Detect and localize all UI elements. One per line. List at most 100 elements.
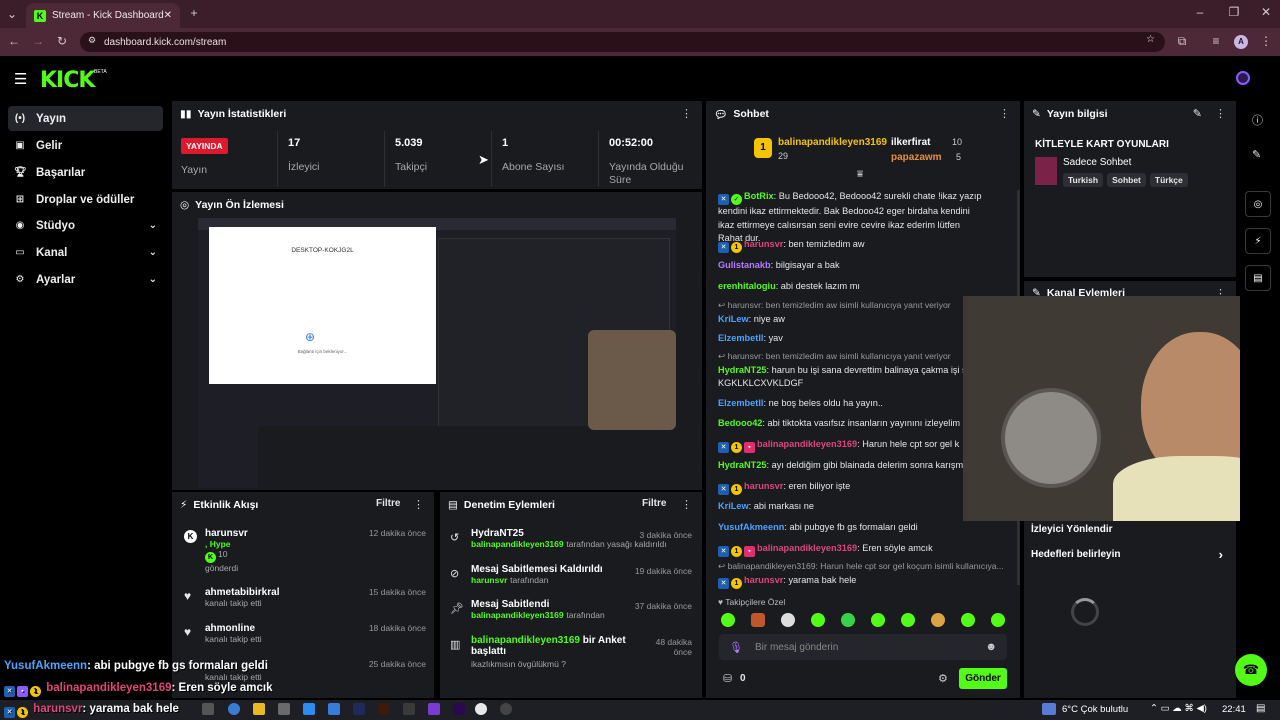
app-icon[interactable]	[278, 703, 290, 715]
emote[interactable]	[991, 613, 1005, 627]
chat-user[interactable]: Elzembetll	[718, 333, 763, 343]
filter-button[interactable]: Filtre	[376, 498, 400, 509]
profile-avatar[interactable]: A	[1234, 35, 1248, 49]
more-icon[interactable]: ⋮	[681, 498, 692, 511]
filter-button[interactable]: Filtre	[642, 498, 666, 509]
camera-icon[interactable]: ◎	[1245, 191, 1271, 217]
task-view-icon[interactable]	[202, 703, 214, 715]
sidebar-item-studyo[interactable]: ◉ Stüdyo ⌄	[8, 213, 163, 238]
sidebar-item-basarilar[interactable]: 🏆︎ Başarılar	[8, 160, 163, 185]
points-icon[interactable]: ⛁	[723, 672, 732, 685]
chat-user[interactable]: KriLew	[718, 501, 749, 511]
chat-user[interactable]: balinapandikleyen3169	[757, 439, 857, 449]
emote[interactable]	[931, 613, 945, 627]
browser-tab[interactable]: K Stream - Kick Dashboard ✕	[26, 3, 180, 28]
emote[interactable]	[721, 613, 735, 627]
photoshop-icon[interactable]	[353, 703, 365, 715]
explorer-icon[interactable]	[253, 703, 265, 715]
set-goals-link[interactable]: Hedefleri belirleyin ›	[1031, 547, 1229, 562]
microphone-icon[interactable]: 🎙︎	[729, 641, 743, 654]
chat-user[interactable]: Bedooo42	[718, 418, 762, 428]
pencil-icon[interactable]: ✎	[1252, 148, 1261, 161]
sidebar-item-yayin[interactable]: (•) Yayın	[8, 106, 163, 131]
chat-user[interactable]: HydraNT25	[718, 460, 767, 470]
tag[interactable]: Turkish	[1063, 173, 1104, 187]
tab-search-icon[interactable]: ⌄	[4, 7, 20, 21]
site-info-icon[interactable]: ⚙	[88, 35, 96, 46]
chat-user[interactable]: balinapandikleyen3169	[757, 543, 857, 553]
lightning-icon[interactable]: ⚡︎	[1245, 228, 1271, 254]
app-icon[interactable]	[403, 703, 415, 715]
bookmark-icon[interactable]: ☆	[1146, 34, 1155, 45]
edit-icon[interactable]: ✎	[1193, 107, 1202, 120]
minimize-icon[interactable]: –	[1192, 5, 1208, 19]
emote[interactable]	[841, 613, 855, 627]
chat-user[interactable]: harunsvr	[744, 481, 783, 491]
tray-icons[interactable]: ⌃ ▭ ☁ ⌘ ◀︎)	[1150, 703, 1207, 714]
note-icon[interactable]: ▤	[1245, 265, 1271, 291]
sidebar-item-gelir[interactable]: ▣ Gelir	[8, 133, 163, 158]
chat-user[interactable]: KriLew	[718, 314, 749, 324]
info-icon[interactable]: ⓘ	[1252, 112, 1263, 128]
tag[interactable]: Sohbet	[1107, 173, 1146, 187]
more-icon[interactable]: ⋮	[413, 498, 424, 511]
media-icon[interactable]: ≡	[1208, 34, 1224, 48]
edge-icon[interactable]	[228, 703, 240, 715]
emote[interactable]	[811, 613, 825, 627]
more-icon[interactable]: ⋮	[999, 107, 1010, 120]
preview-header: ◎ Yayın Ön İzlemesi	[172, 192, 702, 218]
sidebar-item-ayarlar[interactable]: ⚙ Ayarlar ⌄	[8, 267, 163, 292]
emote[interactable]	[871, 613, 885, 627]
premiere-icon[interactable]	[453, 703, 465, 715]
emoji-icon[interactable]: ☻	[985, 641, 997, 653]
emote[interactable]	[781, 613, 795, 627]
support-chat-button[interactable]: ☎	[1235, 654, 1267, 686]
sidebar-item-kanal[interactable]: ▭ Kanal ⌄	[8, 240, 163, 265]
app-icon[interactable]	[328, 703, 340, 715]
expand-icon[interactable]: ⩸	[857, 169, 863, 180]
app-icon[interactable]	[428, 703, 440, 715]
chat-user[interactable]: YusufAkmeenn	[718, 522, 784, 532]
url-bar[interactable]: ⚙ dashboard.kick.com/stream ☆	[80, 32, 1165, 52]
chat-user[interactable]: Gulistanakb	[718, 260, 771, 270]
chat-message: YusufAkmeenn: abi pubgye fb gs formaları…	[718, 522, 918, 532]
illustrator-icon[interactable]	[378, 703, 390, 715]
clock-time[interactable]: 22:41	[1222, 704, 1246, 715]
emote[interactable]	[961, 613, 975, 627]
window-close-icon[interactable]: ✕	[1258, 5, 1274, 19]
category-name[interactable]: Sadece Sohbet	[1063, 157, 1131, 168]
app-icon[interactable]	[303, 703, 315, 715]
forward-icon[interactable]: →	[30, 34, 46, 48]
reload-icon[interactable]: ↻	[54, 34, 70, 48]
emote[interactable]	[901, 613, 915, 627]
emote[interactable]	[751, 613, 765, 627]
extensions-icon[interactable]: ⧉	[1174, 34, 1190, 49]
chat-user[interactable]: harunsvr	[744, 575, 783, 585]
chat-settings-icon[interactable]: ⚙	[938, 672, 948, 685]
chat-input[interactable]: 🎙︎ Bir mesaj gönderin ☻	[719, 634, 1007, 660]
chat-user[interactable]: BotRix	[744, 191, 774, 201]
chrome-icon[interactable]	[475, 703, 487, 715]
weather-text[interactable]: 6°C Çok bulutlu	[1062, 704, 1128, 715]
send-button[interactable]: Gönder	[959, 668, 1007, 689]
close-icon[interactable]: ✕	[164, 10, 172, 21]
chat-user[interactable]: erenhitalogiu	[718, 281, 776, 291]
sidebar-item-droplar[interactable]: ⊞ Droplar ve ödüller	[8, 187, 163, 212]
chat-user[interactable]: Elzembetll	[718, 398, 763, 408]
back-icon[interactable]: ←	[6, 34, 22, 48]
menu-icon[interactable]: ⋮	[1258, 34, 1274, 48]
restore-icon[interactable]: ❐	[1226, 5, 1242, 19]
new-tab-icon[interactable]: +	[186, 6, 202, 20]
tag[interactable]: Türkçe	[1149, 173, 1188, 187]
chat-message: ✕ 1 harunsvr: eren biliyor işte	[718, 480, 986, 495]
stream-preview-video[interactable]: DESKTOP-KOKJG2L ⊕ Bağlantı için bekleniy…	[198, 218, 676, 488]
chat-user[interactable]: HydraNT25	[718, 365, 767, 375]
notification-icon[interactable]: ▤	[1256, 703, 1265, 714]
more-icon[interactable]: ⋮	[681, 107, 692, 120]
more-icon[interactable]: ⋮	[1215, 107, 1226, 120]
hamburger-menu-icon[interactable]: ☰	[14, 70, 27, 88]
kick-logo[interactable]: KICK	[40, 68, 95, 93]
user-avatar[interactable]	[1236, 71, 1250, 85]
obs-icon[interactable]	[500, 703, 512, 715]
chat-user[interactable]: harunsvr	[744, 239, 783, 249]
